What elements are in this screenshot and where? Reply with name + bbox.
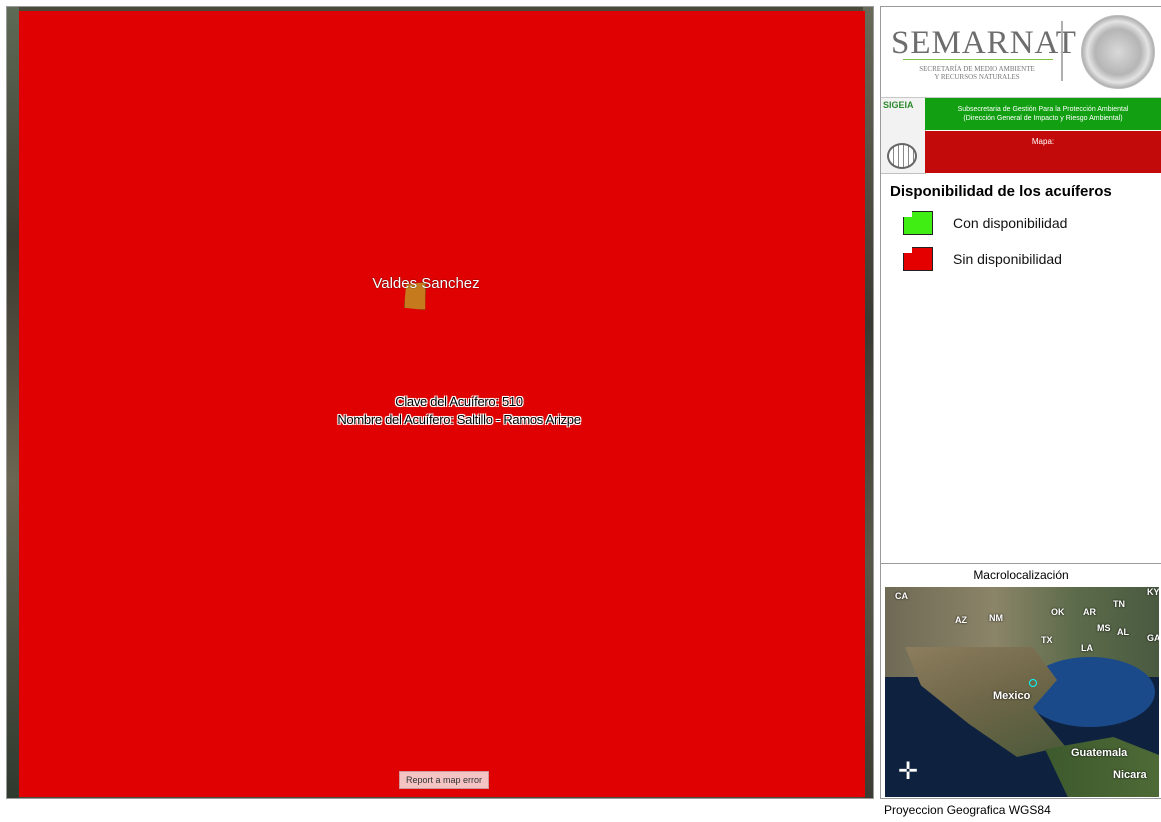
macro-label-az: AZ [955,615,967,625]
semarnat-sub-line-2: Y RECURSOS NATURALES [934,73,1020,81]
subsecretaria-line-2: (Dirección General de Impacto y Riesgo A… [963,115,1123,122]
macro-label-ok: OK [1051,607,1065,617]
semarnat-sub-line-1: SECRETARÍA DE MEDIO AMBIENTE [919,65,1035,73]
macro-label-ky: KY [1147,587,1159,597]
macro-label-guatemala: Guatemala [1071,747,1128,759]
aquifer-area[interactable]: Valdes Sanchez Clave del Acuífero: 510 N… [19,11,865,797]
semarnat-header: SEMARNAT SECRETARÍA DE MEDIO AMBIENTE Y … [881,7,1161,98]
macro-label-tx: TX [1041,635,1053,645]
logo-underline [903,59,1053,60]
legend-swatch-sin [903,247,933,271]
semarnat-logo-text: SEMARNAT [891,25,1077,61]
mapa-bar: Mapa: [925,131,1161,173]
macro-label-tn: TN [1113,599,1125,609]
legend-swatch-con [903,211,933,235]
macro-label-al: AL [1117,627,1129,637]
national-seal-icon [1081,15,1155,89]
macro-label-ar: AR [1083,607,1096,617]
place-label: Valdes Sanchez [372,275,480,292]
aquifer-clave-label: Clave del Acuífero: 510 [395,394,523,409]
subsecretaria-bar: Subsecretaria de Gestión Para la Protecc… [925,98,1161,130]
sigeia-logo: SIGEIA [881,98,926,174]
location-marker-icon [1029,679,1037,687]
aquifer-name-label: Nombre del Acuífero: Saltillo - Ramos Ar… [337,412,581,427]
semarnat-subtitle: SECRETARÍA DE MEDIO AMBIENTE Y RECURSOS … [899,65,1055,81]
macro-label-ca: CA [895,591,908,601]
header-divider [1061,21,1063,81]
satellite-edge-left [7,7,19,798]
macro-label-la: LA [1081,643,1093,653]
macro-label-ms: MS [1097,623,1111,633]
macro-label-ga: GA [1147,633,1159,643]
legend-label-con: Con disponibilidad [953,215,1068,231]
mapa-label: Mapa: [1031,137,1055,146]
macro-label-mexico: Mexico [993,690,1031,702]
macro-label-nicaragua: Nicara [1113,769,1147,781]
macro-title: Macrolocalización [881,563,1161,586]
side-panel: SEMARNAT SECRETARÍA DE MEDIO AMBIENTE Y … [880,6,1161,799]
sigeia-label: SIGEIA [883,100,914,110]
macro-label-nm: NM [989,613,1003,623]
globe-icon [887,143,917,169]
macro-location-map[interactable]: CA AZ NM OK AR TN TX MS AL LA GA KY Mexi… [885,587,1159,797]
legend-title: Disponibilidad de los acuíferos [890,183,1112,200]
legend-label-sin: Sin disponibilidad [953,251,1062,267]
main-map[interactable]: Valdes Sanchez Clave del Acuífero: 510 N… [6,6,874,799]
subsecretaria-line-1: Subsecretaria de Gestión Para la Protecc… [957,106,1129,113]
compass-icon: ✛ [897,758,919,785]
projection-label: Proyeccion Geografica WGS84 [884,803,1051,817]
report-map-error-button[interactable]: Report a map error [399,771,490,789]
